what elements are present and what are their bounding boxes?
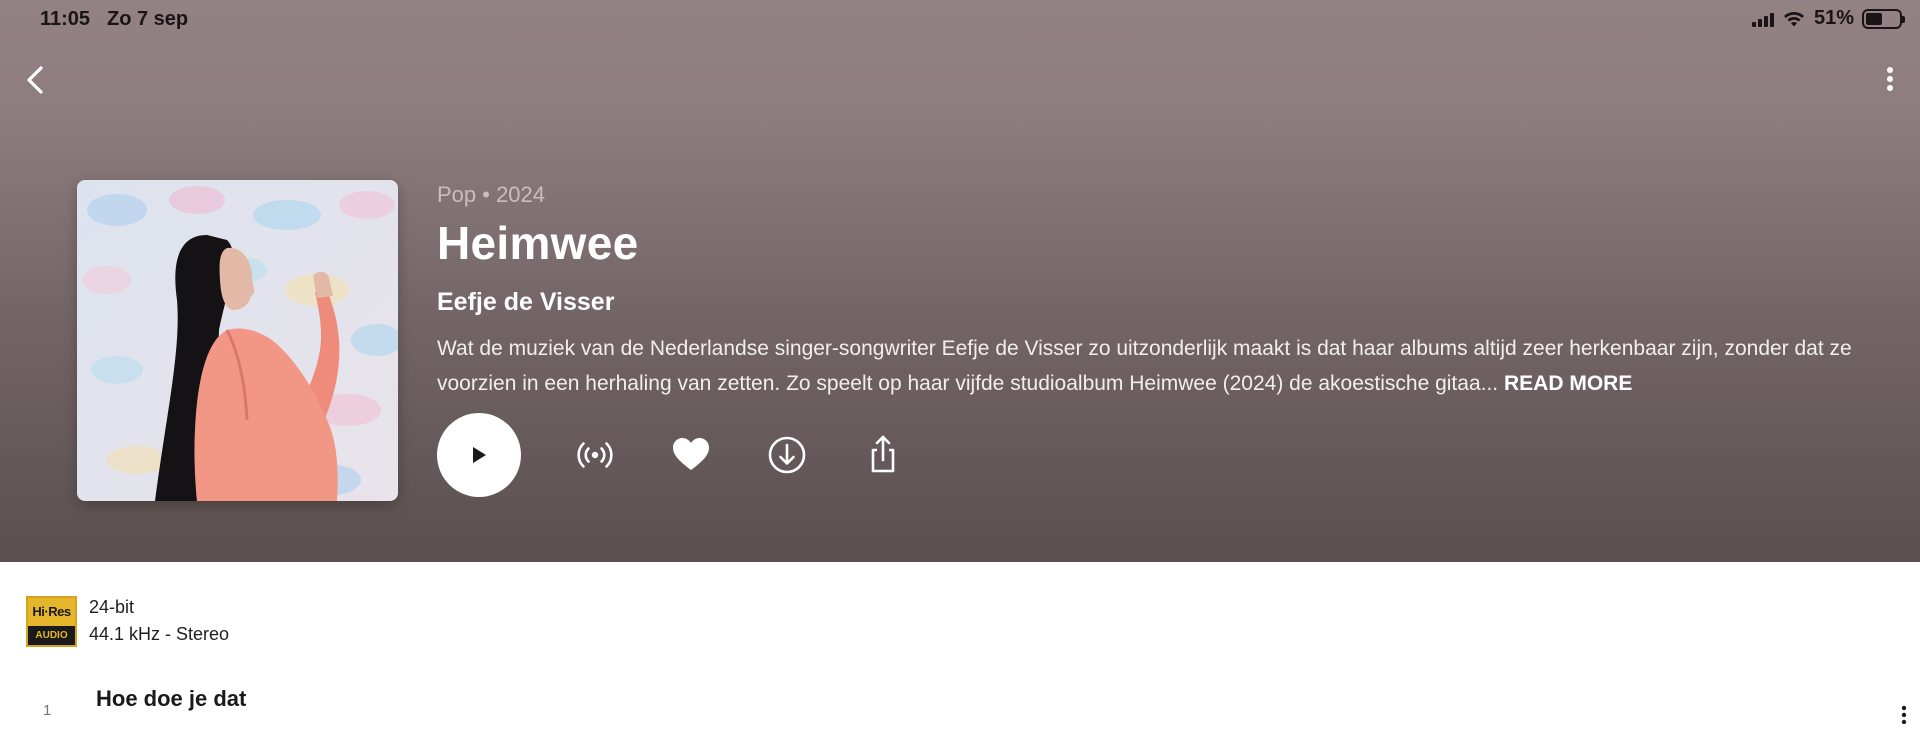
hires-audio-logo: Hi·Res AUDIO	[26, 595, 77, 647]
track-more-icon[interactable]	[1900, 704, 1908, 725]
heart-icon[interactable]	[669, 433, 713, 477]
album-title: Heimwee	[437, 217, 639, 269]
genre-year: Pop • 2024	[437, 182, 546, 207]
status-date: Zo 7 sep	[107, 8, 189, 30]
track-title: Hoe doe je dat	[96, 686, 247, 711]
cellular-signal-icon	[1751, 11, 1774, 27]
wifi-icon	[1783, 11, 1804, 26]
battery-icon	[1862, 8, 1905, 29]
album-description: Wat de muziek van de Nederlandse singer-…	[437, 331, 1877, 401]
hires-logo-bottom: AUDIO	[35, 629, 68, 641]
album-info: Pop • 2024 Heimwee Eefje de Visser Wat d…	[437, 182, 1877, 401]
play-icon	[473, 447, 486, 463]
radio-broadcast-icon[interactable]	[573, 433, 617, 477]
bit-depth: 24-bit	[89, 597, 135, 617]
read-more-link[interactable]: READ MORE	[1504, 372, 1632, 395]
quality-text: 24-bit 44.1 kHz - Stereo	[89, 594, 229, 648]
sample-rate: 44.1 kHz - Stereo	[89, 624, 230, 644]
status-bar: 11:05 Zo 7 sep 51%	[0, 0, 1920, 40]
action-bar	[437, 413, 905, 497]
description-text: Wat de muziek van de Nederlandse singer-…	[437, 337, 1852, 395]
hires-logo-top: Hi·Res	[28, 597, 75, 626]
audio-quality-info: Hi·Res AUDIO 24-bit 44.1 kHz - Stereo	[26, 594, 229, 648]
album-cover[interactable]	[77, 180, 398, 501]
battery-fill	[1866, 12, 1883, 25]
vertical-ellipsis-icon[interactable]	[1880, 60, 1900, 100]
track-row[interactable]: 1 Hoe doe je dat	[0, 680, 1920, 725]
play-button[interactable]	[437, 413, 521, 497]
share-icon[interactable]	[861, 433, 905, 477]
status-time: 11:05	[40, 8, 91, 30]
album-header: 11:05 Zo 7 sep 51% Pop • 2024 Heimwee Ee…	[0, 0, 1920, 562]
status-indicators: 51%	[1751, 7, 1905, 30]
chevron-left-icon[interactable]	[16, 60, 56, 100]
battery-percentage: 51%	[1813, 7, 1854, 29]
download-icon[interactable]	[765, 433, 809, 477]
track-number: 1	[43, 702, 52, 719]
artist-link[interactable]: Eefje de Visser	[437, 288, 1877, 317]
